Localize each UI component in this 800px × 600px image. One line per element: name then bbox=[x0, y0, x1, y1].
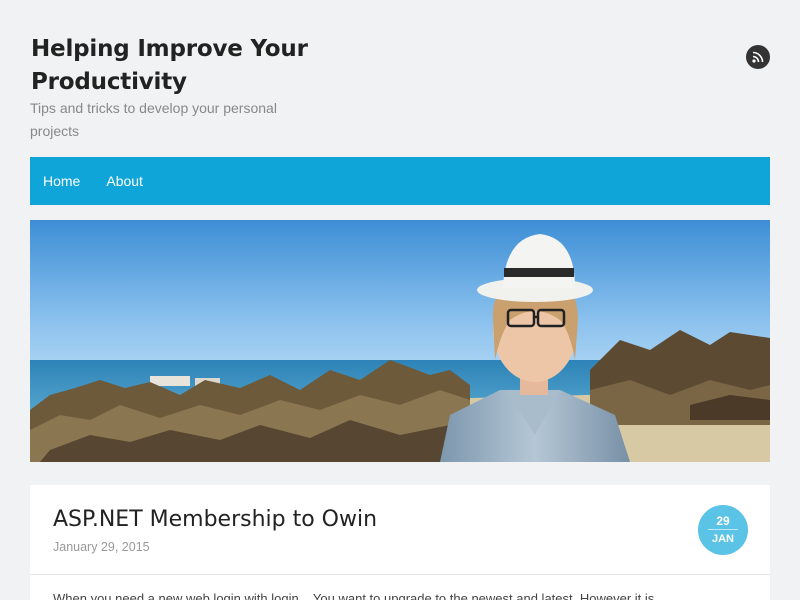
header-image bbox=[30, 220, 770, 462]
site-header: Helping Improve Your Productivity Tips a… bbox=[30, 30, 770, 145]
date-badge: 29 JAN bbox=[698, 505, 748, 555]
site-tagline: Tips and tricks to develop your personal… bbox=[30, 100, 277, 139]
rss-button[interactable] bbox=[746, 45, 770, 69]
date-badge-day: 29 bbox=[716, 514, 730, 528]
post-excerpt: When you need a new web login with login… bbox=[53, 591, 655, 600]
main-nav: Home About bbox=[30, 157, 770, 205]
rss-icon bbox=[752, 51, 764, 63]
post-date: January 29, 2015 bbox=[53, 540, 150, 554]
site-title[interactable]: Helping Improve Your Productivity bbox=[31, 33, 321, 99]
date-badge-month: JAN bbox=[711, 533, 734, 545]
nav-item-home[interactable]: Home bbox=[43, 173, 80, 189]
post-card: ASP.NET Membership to Owin January 29, 2… bbox=[30, 485, 770, 600]
date-badge-separator bbox=[708, 529, 738, 530]
post-title[interactable]: ASP.NET Membership to Owin bbox=[53, 507, 377, 532]
post-divider bbox=[30, 574, 770, 575]
nav-item-about[interactable]: About bbox=[106, 173, 143, 189]
